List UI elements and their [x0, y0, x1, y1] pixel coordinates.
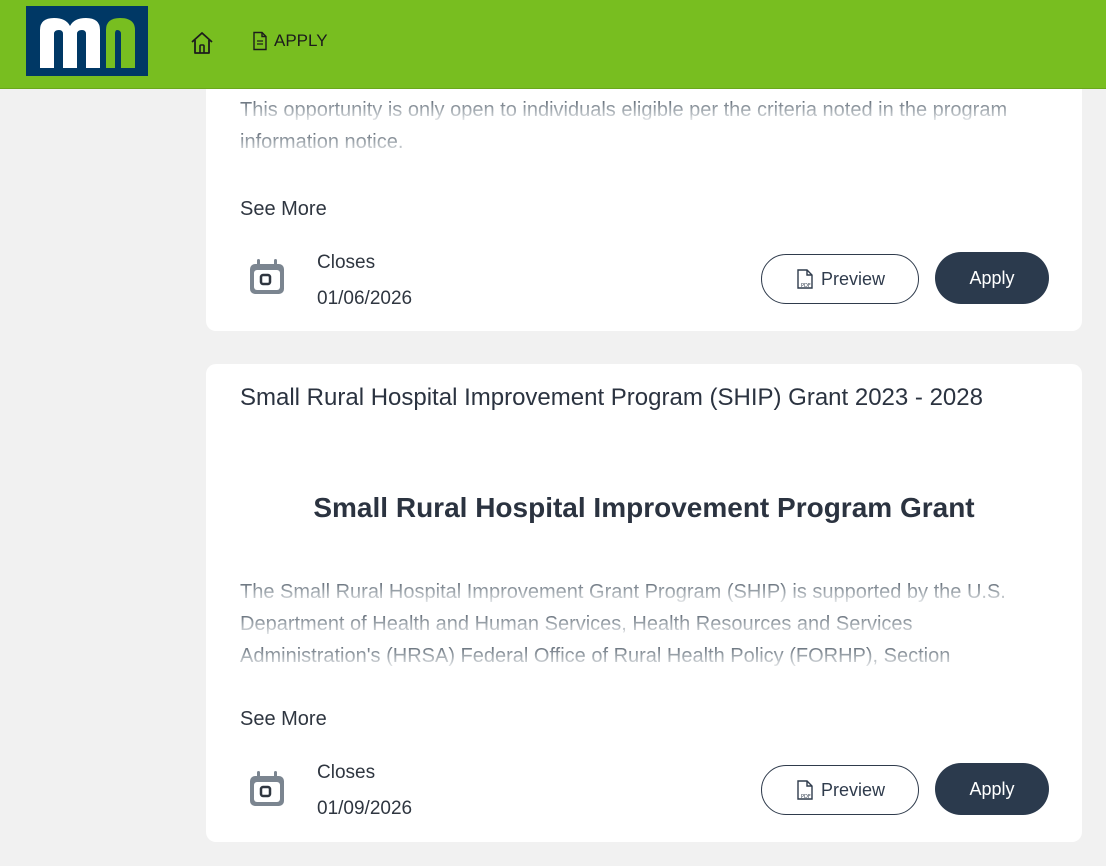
nav-apply-label: APPLY [274, 31, 328, 50]
apply-button[interactable]: Apply [935, 763, 1049, 815]
home-icon[interactable] [189, 30, 215, 56]
preview-button[interactable]: PDF Preview [761, 254, 919, 304]
closes-date: 01/06/2026 [317, 288, 413, 309]
calendar-icon [250, 771, 284, 806]
closes-label: Closes [317, 762, 376, 783]
svg-text:PDF: PDF [801, 794, 811, 800]
see-more-link[interactable]: See More [240, 708, 327, 731]
pdf-icon: PDF [797, 780, 813, 800]
svg-text:PDF: PDF [801, 283, 811, 289]
nav-apply-link[interactable]: APPLY [252, 30, 328, 52]
card-title[interactable]: Small Rural Hospital Improvement Program… [240, 382, 1050, 414]
preview-label: Preview [820, 779, 886, 800]
preview-label: Preview [820, 268, 886, 289]
closes-date: 01/09/2026 [317, 798, 413, 819]
closes-label: Closes [317, 252, 376, 273]
mn-logo-mark [40, 18, 135, 68]
pdf-icon: PDF [797, 269, 813, 289]
calendar-icon [250, 259, 284, 294]
opportunity-card: This opportunity is only open to individ… [206, 60, 1082, 331]
mn-logo[interactable] [26, 6, 148, 76]
document-icon [253, 31, 267, 51]
opportunity-card: Small Rural Hospital Improvement Program… [206, 364, 1082, 842]
card-description: This opportunity is only open to individ… [240, 99, 1008, 153]
apply-button[interactable]: Apply [935, 252, 1049, 304]
card-description: The Small Rural Hospital Improvement Gra… [240, 581, 1006, 667]
preview-button[interactable]: PDF Preview [761, 765, 919, 815]
see-more-link[interactable]: See More [240, 198, 327, 221]
header-bar: APPLY [0, 0, 1106, 89]
card-heading: Small Rural Hospital Improvement Program… [313, 492, 975, 523]
